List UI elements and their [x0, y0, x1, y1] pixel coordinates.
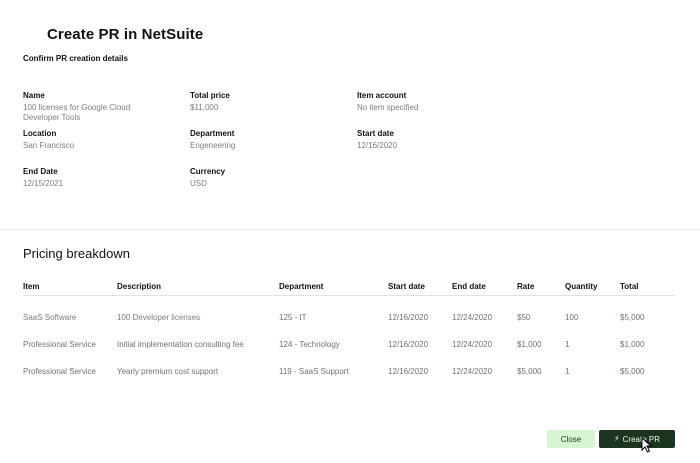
column-header-start-date: Start date	[388, 282, 425, 291]
column-header-department: Department	[279, 282, 324, 291]
pricing-table: Item Description Department Start date E…	[23, 280, 675, 384]
field-currency: Currency USD	[190, 167, 350, 189]
column-header-item: Item	[23, 282, 40, 291]
cell-description: 100 Developer licenses	[117, 313, 201, 322]
column-header-description: Description	[117, 282, 162, 291]
cell-description: Yearly premium cost support	[117, 367, 219, 376]
field-location: Location San Francisco	[23, 129, 183, 151]
table-header: Item Description Department Start date E…	[23, 280, 675, 296]
table-row: Professional Service Yearly premium cost…	[23, 357, 675, 384]
column-header-quantity: Quantity	[565, 282, 598, 291]
close-button[interactable]: Close	[547, 430, 595, 448]
cell-rate: $50	[517, 313, 531, 322]
field-label: Total price	[190, 91, 230, 100]
cell-department: 125 - IT	[279, 313, 307, 322]
cell-start-date: 12/16/2020	[388, 367, 429, 376]
cell-department: 119 - SaaS Support	[279, 367, 349, 376]
field-value: 12/15/2021	[23, 179, 64, 188]
cell-rate: $5,000	[517, 367, 542, 376]
field-name: Name 100 licenses for Google Cloud Devel…	[23, 91, 183, 123]
cell-item: Professional Service	[23, 367, 96, 376]
table-row: Professional Service Initial implementat…	[23, 330, 675, 357]
cell-description: Initial implementation consulting fee	[117, 340, 244, 349]
cell-end-date: 12/24/2020	[452, 340, 493, 349]
field-value: No item specified	[357, 103, 419, 112]
modal-title: Create PR in NetSuite	[47, 26, 204, 43]
field-start-date: Start date 12/16/2020	[357, 129, 517, 151]
cell-end-date: 12/24/2020	[452, 313, 493, 322]
field-value: USD	[190, 179, 207, 188]
field-value: Engeneering	[190, 141, 236, 150]
cell-total: $1,000	[620, 340, 645, 349]
create-pr-button[interactable]: ⚡︎ Create PR	[599, 430, 675, 448]
cell-quantity: 100	[565, 313, 579, 322]
cell-start-date: 12/16/2020	[388, 313, 429, 322]
cell-item: Professional Service	[23, 340, 96, 349]
field-department: Department Engeneering	[190, 129, 350, 151]
field-total-price: Total price $11,000	[190, 91, 350, 113]
field-label: Location	[23, 129, 57, 138]
field-label: Item account	[357, 91, 407, 100]
field-label: Department	[190, 129, 235, 138]
pricing-section-title: Pricing breakdown	[23, 246, 130, 261]
table-row: SaaS Software 100 Developer licenses 125…	[23, 303, 675, 330]
cell-department: 124 - Technology	[279, 340, 340, 349]
cell-rate: $1,000	[517, 340, 542, 349]
field-value: $11,000	[190, 103, 219, 112]
column-header-rate: Rate	[517, 282, 535, 291]
field-label: Name	[23, 91, 45, 100]
column-header-total: Total	[620, 282, 639, 291]
cell-quantity: 1	[565, 340, 570, 349]
field-end-date: End Date 12/15/2021	[23, 167, 183, 189]
cell-total: $5,000	[620, 367, 645, 376]
mouse-cursor-icon	[641, 437, 653, 453]
field-label: Start date	[357, 129, 394, 138]
modal-subtitle: Confirm PR creation details	[23, 54, 128, 63]
field-label: End Date	[23, 167, 58, 176]
create-pr-modal: Create PR in NetSuite Confirm PR creatio…	[0, 0, 700, 463]
section-divider	[0, 229, 700, 230]
cell-total: $5,000	[620, 313, 645, 322]
lightning-bolt-icon: ⚡︎	[614, 434, 620, 443]
cell-start-date: 12/16/2020	[388, 340, 429, 349]
field-value: San Francisco	[23, 141, 75, 150]
cell-item: SaaS Software	[23, 313, 77, 322]
field-value: 100 licenses for Google Cloud Developer …	[23, 103, 131, 122]
field-label: Currency	[190, 167, 226, 176]
field-value: 12/16/2020	[357, 141, 398, 150]
cell-end-date: 12/24/2020	[452, 367, 493, 376]
cell-quantity: 1	[565, 367, 570, 376]
field-item-account: Item account No item specified	[357, 91, 517, 113]
column-header-end-date: End date	[452, 282, 486, 291]
